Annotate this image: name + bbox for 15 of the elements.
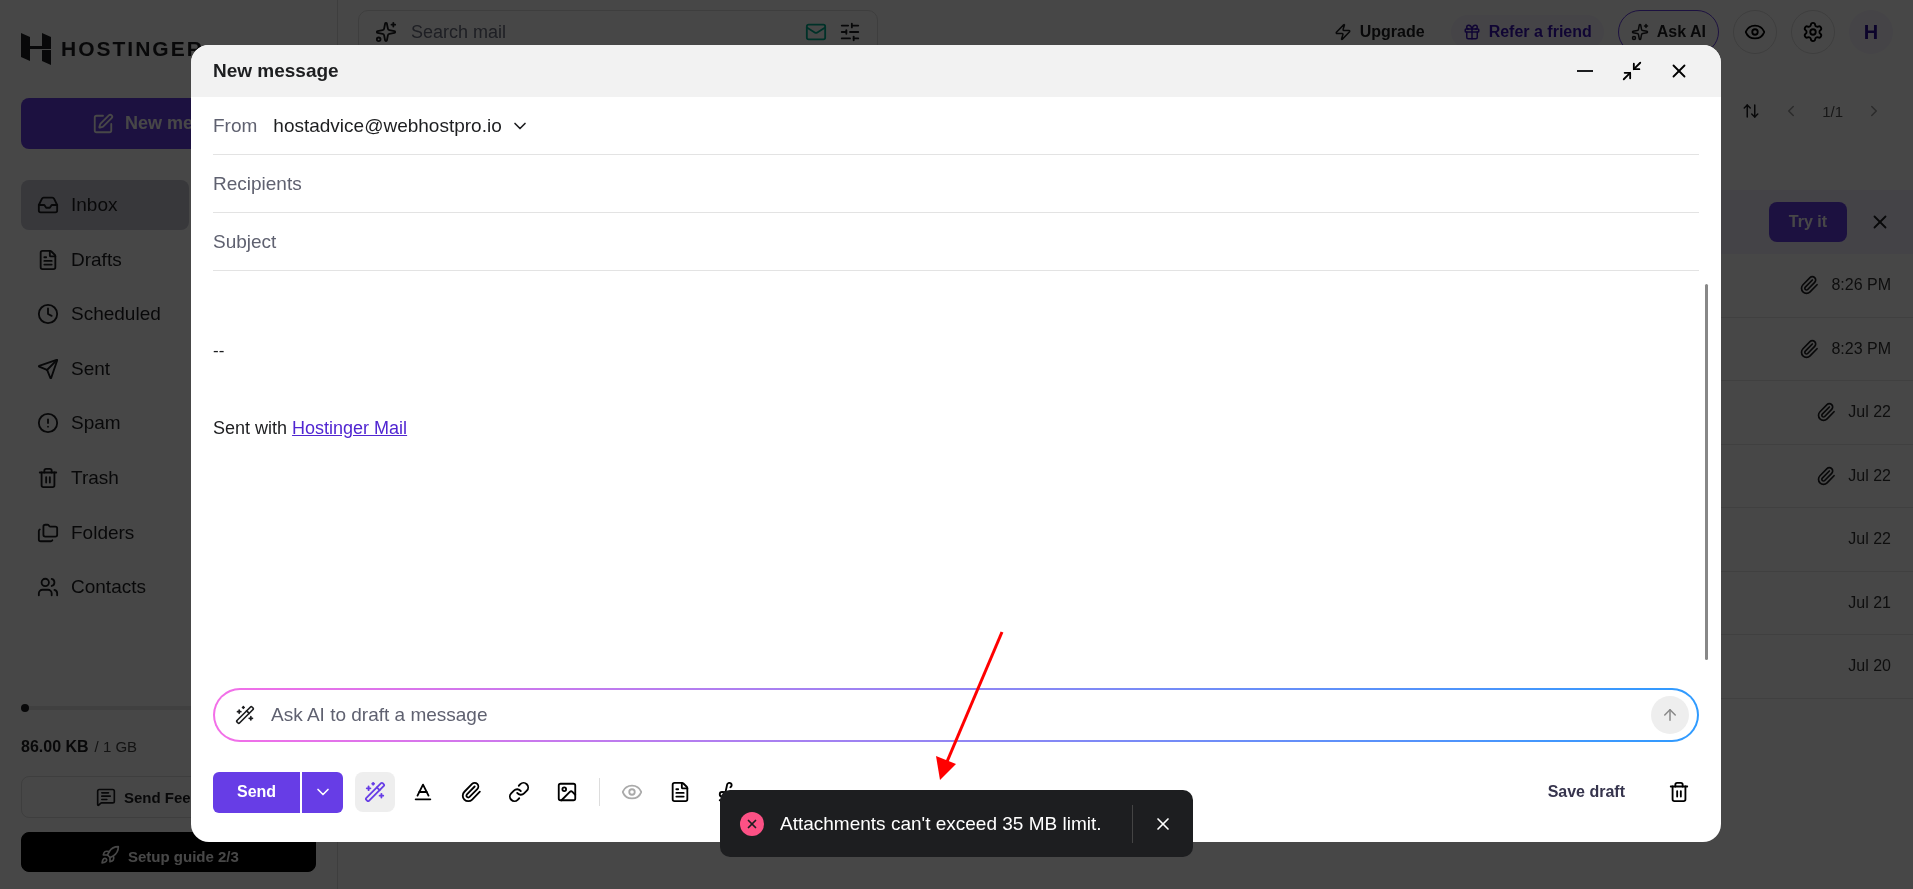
from-address: hostadvice@webhostpro.io xyxy=(273,114,502,137)
window-title: New message xyxy=(213,60,340,82)
logo-text: HOSTINGER xyxy=(61,37,204,61)
message-time: Jul 21 xyxy=(1848,593,1891,612)
message-time: Jul 22 xyxy=(1848,466,1891,485)
storage-used: 86.00 KB xyxy=(21,738,89,756)
message-time: 8:23 PM xyxy=(1831,339,1891,358)
toast-message: Attachments can't exceed 35 MB limit. xyxy=(780,812,1103,835)
message-time: Jul 20 xyxy=(1848,657,1891,676)
message-time: Jul 22 xyxy=(1848,403,1891,422)
signature-separator: -- xyxy=(213,341,226,361)
message-time: 8:26 PM xyxy=(1831,276,1891,295)
message-time: Jul 22 xyxy=(1848,530,1891,549)
signature-text: Sent with Hostinger Mail xyxy=(213,418,409,439)
from-label: From xyxy=(213,114,258,137)
